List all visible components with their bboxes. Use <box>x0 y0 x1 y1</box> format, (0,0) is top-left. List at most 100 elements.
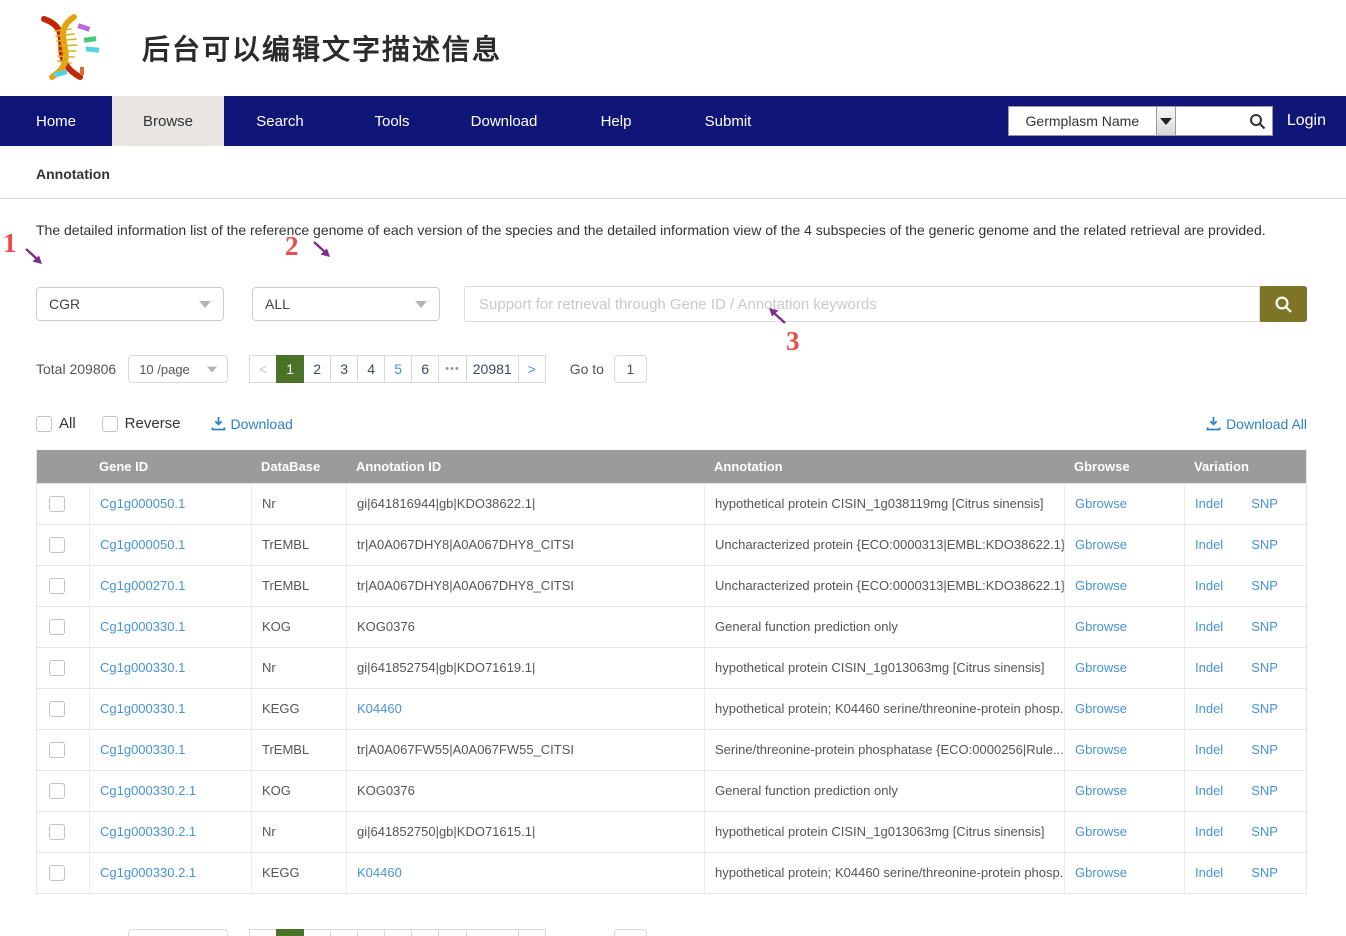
pager-page-2[interactable]: 2 <box>303 355 331 383</box>
row-checkbox[interactable] <box>49 578 65 594</box>
nav-search-input[interactable] <box>1176 106 1273 136</box>
pager-ellipsis[interactable]: ••• <box>438 355 467 383</box>
row-checkbox[interactable] <box>49 783 65 799</box>
gene-id-link[interactable]: Cg1g000050.1 <box>100 496 185 511</box>
nav-item-home[interactable]: Home <box>0 96 112 146</box>
germplasm-select-arrow-button[interactable] <box>1156 106 1176 136</box>
pager-page-3[interactable]: 3 <box>330 929 358 936</box>
search-button[interactable] <box>1260 286 1307 322</box>
gbrowse-link[interactable]: Gbrowse <box>1075 742 1127 757</box>
indel-link[interactable]: Indel <box>1195 484 1223 524</box>
pager-page-1[interactable]: 1 <box>276 929 304 936</box>
keyword-search-input[interactable] <box>464 286 1260 322</box>
annotation-id-cell: KOG0376 <box>346 607 704 647</box>
row-checkbox[interactable] <box>49 824 65 840</box>
gbrowse-link[interactable]: Gbrowse <box>1075 783 1127 798</box>
goto-page-input[interactable] <box>614 355 647 383</box>
snp-link[interactable]: SNP <box>1251 484 1278 524</box>
nav-item-search[interactable]: Search <box>224 96 336 146</box>
table-row: Cg1g000330.1 TrEMBL tr|A0A067FW55|A0A067… <box>37 730 1306 771</box>
indel-link[interactable]: Indel <box>1195 607 1223 647</box>
indel-link[interactable]: Indel <box>1195 689 1223 729</box>
indel-link[interactable]: Indel <box>1195 853 1223 893</box>
gene-id-link[interactable]: Cg1g000330.1 <box>100 742 185 757</box>
row-checkbox[interactable] <box>49 660 65 676</box>
nav-item-download[interactable]: Download <box>448 96 560 146</box>
gene-id-link[interactable]: Cg1g000330.2.1 <box>100 824 196 839</box>
gbrowse-link[interactable]: Gbrowse <box>1075 496 1127 511</box>
row-checkbox[interactable] <box>49 619 65 635</box>
pager-ellipsis[interactable]: ••• <box>438 929 467 936</box>
database-select[interactable]: ALL <box>252 287 440 321</box>
login-button[interactable]: Login <box>1287 112 1326 130</box>
pager-next[interactable]: > <box>518 929 546 936</box>
pager-page-20981[interactable]: 20981 <box>466 929 519 936</box>
indel-link[interactable]: Indel <box>1195 771 1223 811</box>
gene-id-link[interactable]: Cg1g000330.2.1 <box>100 865 196 880</box>
pager-page-6[interactable]: 6 <box>411 355 439 383</box>
row-checkbox[interactable] <box>49 496 65 512</box>
annotation-id-link[interactable]: K04460 <box>346 689 704 729</box>
indel-link[interactable]: Indel <box>1195 525 1223 565</box>
download-all-button[interactable]: Download All <box>1206 416 1307 432</box>
snp-link[interactable]: SNP <box>1251 771 1278 811</box>
nav-item-submit[interactable]: Submit <box>672 96 784 146</box>
gene-id-link[interactable]: Cg1g000050.1 <box>100 537 185 552</box>
germplasm-select[interactable]: Germplasm Name <box>1008 106 1156 136</box>
pager-prev[interactable]: < <box>249 929 277 936</box>
gene-id-link[interactable]: Cg1g000330.2.1 <box>100 783 196 798</box>
row-checkbox[interactable] <box>49 701 65 717</box>
snp-link[interactable]: SNP <box>1251 566 1278 606</box>
marker-3: 3 <box>786 326 800 357</box>
snp-link[interactable]: SNP <box>1251 648 1278 688</box>
gbrowse-link[interactable]: Gbrowse <box>1075 660 1127 675</box>
snp-link[interactable]: SNP <box>1251 853 1278 893</box>
gbrowse-link[interactable]: Gbrowse <box>1075 578 1127 593</box>
nav-item-help[interactable]: Help <box>560 96 672 146</box>
pager-page-6[interactable]: 6 <box>411 929 439 936</box>
row-checkbox[interactable] <box>49 865 65 881</box>
indel-link[interactable]: Indel <box>1195 812 1223 852</box>
row-checkbox[interactable] <box>49 742 65 758</box>
gbrowse-link[interactable]: Gbrowse <box>1075 619 1127 634</box>
pager-page-20981[interactable]: 20981 <box>466 355 519 383</box>
pager-page-5[interactable]: 5 <box>384 929 412 936</box>
gbrowse-link[interactable]: Gbrowse <box>1075 537 1127 552</box>
pager-page-2[interactable]: 2 <box>303 929 331 936</box>
reverse-select-checkbox[interactable] <box>102 416 118 432</box>
goto-page-input[interactable] <box>614 929 647 936</box>
pager-page-3[interactable]: 3 <box>330 355 358 383</box>
row-checkbox-cell <box>37 484 89 524</box>
indel-link[interactable]: Indel <box>1195 730 1223 770</box>
version-select[interactable]: CGR <box>36 287 224 321</box>
snp-link[interactable]: SNP <box>1251 689 1278 729</box>
pager-next[interactable]: > <box>518 355 546 383</box>
snp-link[interactable]: SNP <box>1251 730 1278 770</box>
pager-prev[interactable]: < <box>249 355 277 383</box>
annotation-id-link[interactable]: K04460 <box>346 853 704 893</box>
pager-page-1[interactable]: 1 <box>276 355 304 383</box>
snp-link[interactable]: SNP <box>1251 607 1278 647</box>
pager-page-5[interactable]: 5 <box>384 355 412 383</box>
indel-link[interactable]: Indel <box>1195 648 1223 688</box>
snp-link[interactable]: SNP <box>1251 812 1278 852</box>
per-page-select[interactable]: 10 /page <box>128 929 228 936</box>
nav-item-tools[interactable]: Tools <box>336 96 448 146</box>
gene-id-link[interactable]: Cg1g000330.1 <box>100 701 185 716</box>
row-checkbox[interactable] <box>49 537 65 553</box>
snp-link[interactable]: SNP <box>1251 525 1278 565</box>
gbrowse-link[interactable]: Gbrowse <box>1075 701 1127 716</box>
pager-page-4[interactable]: 4 <box>357 929 385 936</box>
gene-id-link[interactable]: Cg1g000330.1 <box>100 660 185 675</box>
pager-page-4[interactable]: 4 <box>357 355 385 383</box>
gbrowse-link[interactable]: Gbrowse <box>1075 824 1127 839</box>
select-all-checkbox[interactable] <box>36 416 52 432</box>
gene-id-link[interactable]: Cg1g000270.1 <box>100 578 185 593</box>
gbrowse-link[interactable]: Gbrowse <box>1075 865 1127 880</box>
per-page-select[interactable]: 10 /page <box>128 355 228 383</box>
nav-item-browse[interactable]: Browse <box>112 96 224 146</box>
gene-id-link[interactable]: Cg1g000330.1 <box>100 619 185 634</box>
magnifier-icon[interactable] <box>1249 113 1266 130</box>
indel-link[interactable]: Indel <box>1195 566 1223 606</box>
download-button[interactable]: Download <box>211 416 293 432</box>
